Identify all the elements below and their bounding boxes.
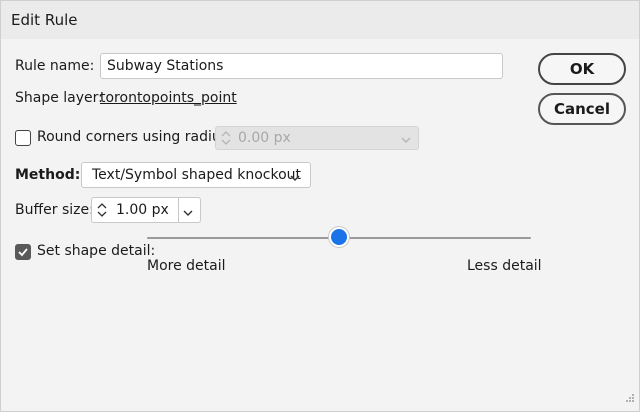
spinbox-divider (178, 198, 179, 222)
round-corners-checkbox[interactable] (15, 130, 31, 146)
buffer-size-label: Buffer size: (15, 202, 94, 218)
more-detail-label: More detail (147, 258, 226, 274)
shape-layer-label: Shape layer: (15, 90, 103, 106)
window-title: Edit Rule (11, 11, 78, 29)
chevron-down-icon (400, 133, 412, 149)
buffer-size-value[interactable]: 1.00 px (116, 202, 169, 218)
rule-name-input[interactable] (100, 53, 503, 79)
method-label: Method: (15, 167, 81, 183)
method-select[interactable]: Text/Symbol shaped knockout (81, 162, 311, 188)
checkmark-icon (18, 248, 28, 257)
ok-button[interactable]: OK (538, 53, 626, 85)
title-bar[interactable]: Edit Rule (1, 1, 639, 39)
shape-layer-link[interactable]: torontopoints_point (100, 90, 237, 106)
cancel-button[interactable]: Cancel (538, 93, 626, 125)
method-value: Text/Symbol shaped knockout (92, 167, 301, 183)
radius-combo: 0.00 px (215, 126, 419, 150)
shape-detail-slider-thumb[interactable] (331, 229, 347, 245)
shape-detail-label: Set shape detail: (37, 243, 156, 259)
round-corners-label: Round corners using radius: (37, 129, 233, 145)
spinner-arrows-icon (220, 130, 232, 150)
less-detail-label: Less detail (467, 258, 542, 274)
edit-rule-dialog: Edit Rule Rule name: Shape layer: toront… (0, 0, 640, 412)
radius-value: 0.00 px (238, 130, 291, 146)
buffer-size-spinbox[interactable]: 1.00 px (91, 197, 201, 223)
spinner-arrows-icon[interactable] (96, 202, 108, 222)
rule-name-label: Rule name: (15, 58, 95, 74)
resize-grip-icon[interactable] (625, 391, 635, 407)
shape-detail-checkbox[interactable] (15, 244, 31, 260)
chevron-down-icon (289, 171, 301, 187)
chevron-down-icon[interactable] (182, 206, 194, 222)
